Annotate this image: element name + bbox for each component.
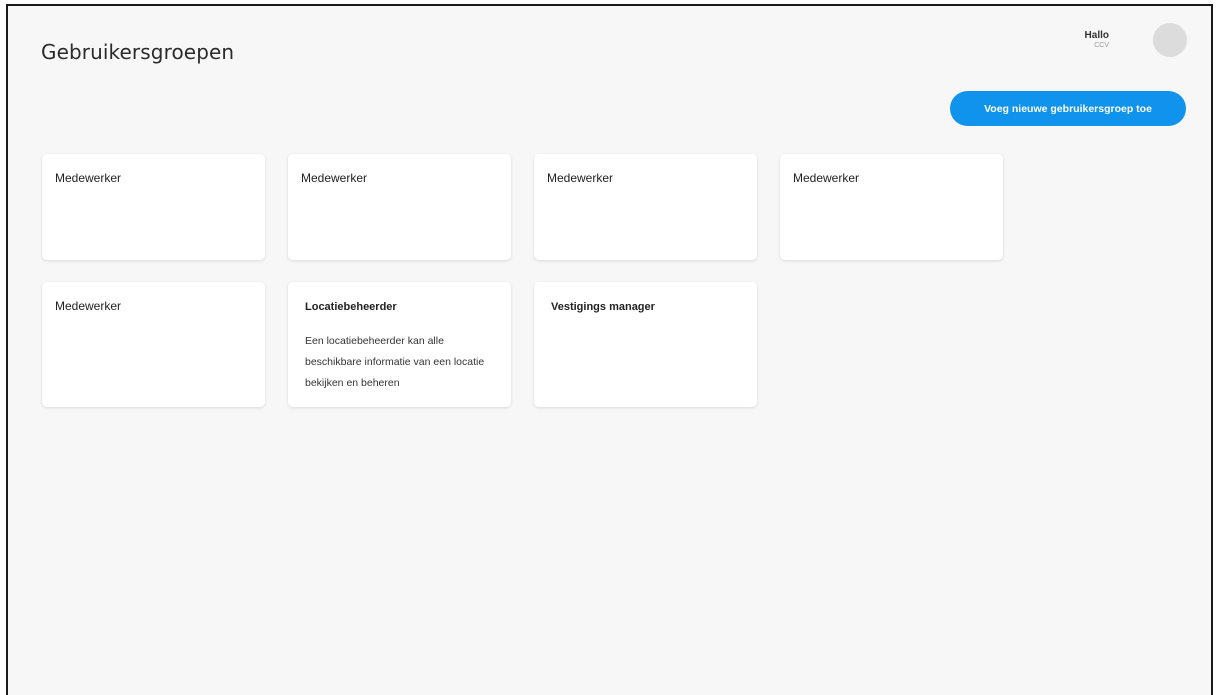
group-card[interactable]: Medewerker [534, 154, 757, 260]
app-frame: Gebruikersgroepen Hallo CCV Voeg nieuwe … [6, 4, 1213, 695]
user-name: CCV [1094, 42, 1109, 49]
group-card-title: Medewerker [793, 171, 860, 185]
group-card[interactable]: Medewerker [42, 282, 265, 407]
avatar[interactable] [1153, 23, 1187, 57]
group-card[interactable]: Medewerker [780, 154, 1003, 260]
group-card[interactable]: Medewerker [42, 154, 265, 260]
group-card-title: Locatiebeheerder [305, 301, 397, 313]
group-card-title: Medewerker [55, 299, 122, 313]
group-card-title: Medewerker [547, 171, 614, 185]
group-card-locatiebeheerder[interactable]: Locatiebeheerder Een locatiebeheerder ka… [288, 282, 511, 407]
page-title: Gebruikersgroepen [41, 40, 235, 64]
group-card-title: Vestigings manager [551, 301, 655, 313]
group-card-title: Medewerker [55, 171, 122, 185]
group-card[interactable]: Medewerker [288, 154, 511, 260]
greeting-text: Hallo [1084, 30, 1109, 41]
group-card-description: Een locatiebeheerder kan alle beschikbar… [305, 335, 485, 389]
group-card-vestigings-manager[interactable]: Vestigings manager [534, 282, 757, 407]
group-card-title: Medewerker [301, 171, 368, 185]
user-greeting: Hallo CCV [1085, 30, 1109, 49]
add-user-group-button[interactable]: Voeg nieuwe gebruikersgroep toe [950, 91, 1186, 126]
